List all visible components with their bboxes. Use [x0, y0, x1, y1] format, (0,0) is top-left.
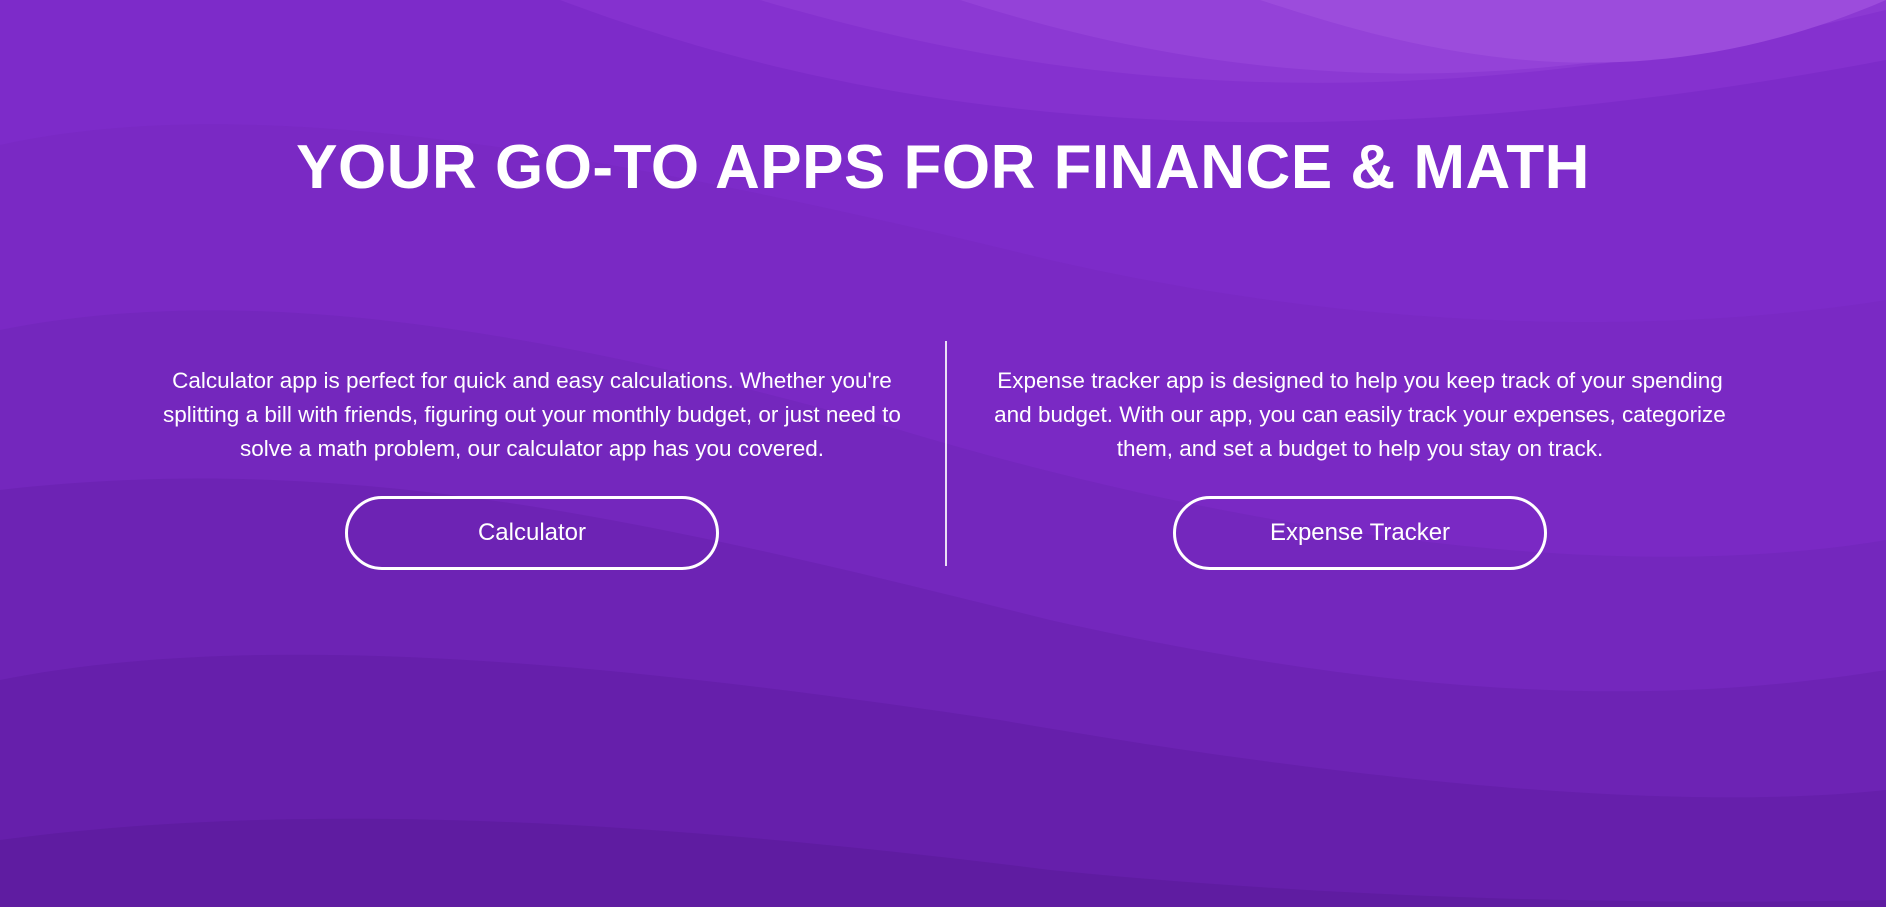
calculator-button[interactable]: Calculator [345, 496, 719, 570]
calculator-card: Calculator app is perfect for quick and … [152, 364, 912, 570]
calculator-description: Calculator app is perfect for quick and … [163, 368, 901, 461]
hero-section: YOUR GO-TO APPS FOR FINANCE & MATH Calcu… [0, 0, 1886, 907]
hero-title: YOUR GO-TO APPS FOR FINANCE & MATH [296, 133, 1590, 202]
column-divider [945, 341, 947, 566]
expense-tracker-card: Expense tracker app is designed to help … [980, 364, 1740, 570]
expense-tracker-button[interactable]: Expense Tracker [1173, 496, 1547, 570]
expense-tracker-description: Expense tracker app is designed to help … [994, 368, 1726, 461]
